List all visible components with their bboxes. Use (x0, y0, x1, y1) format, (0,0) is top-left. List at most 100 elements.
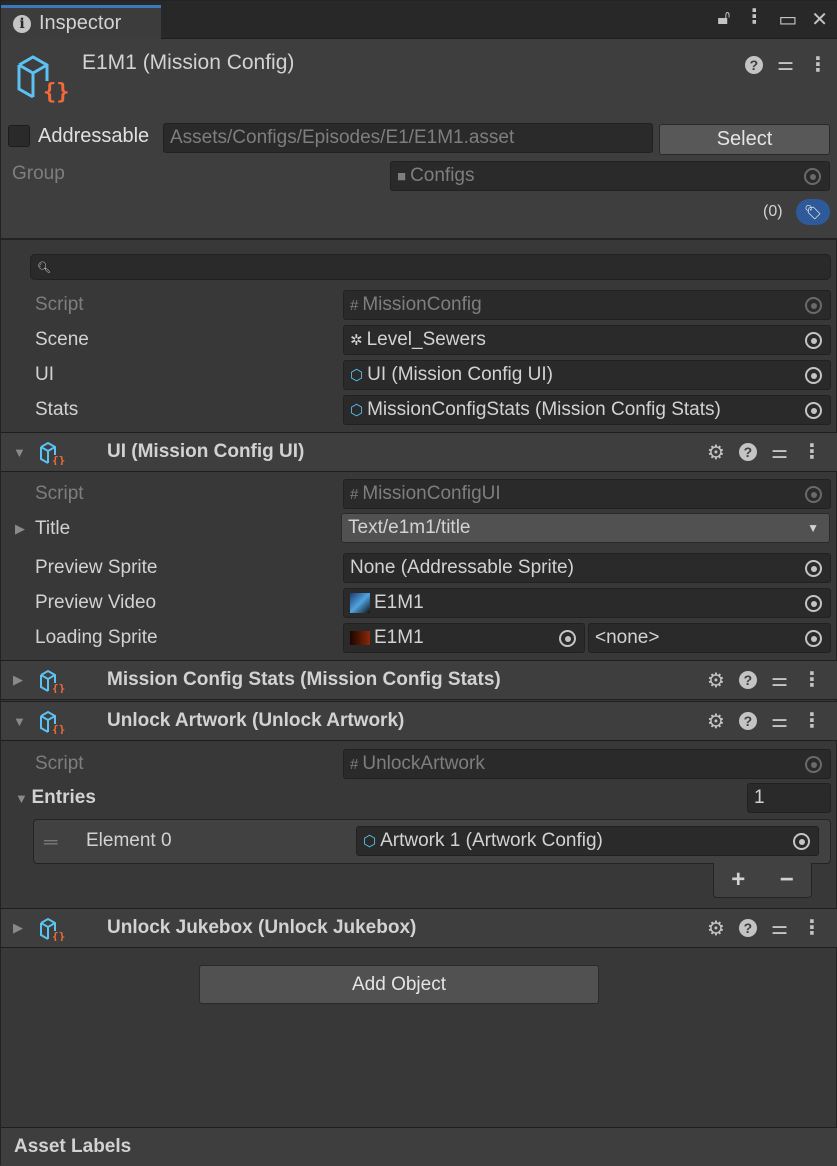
component-header-ui[interactable]: ▼ {} UI (Mission Config UI) ⚙? ⚌ ⋮ (1, 432, 837, 472)
foldout-collapsed-icon: ▶ (13, 920, 23, 935)
presets-icon[interactable]: ⚌ (771, 917, 788, 940)
more-icon[interactable]: ⋮ (802, 918, 822, 938)
help-icon[interactable]: ? (738, 919, 757, 937)
gear-icon[interactable]: ⚙ (707, 668, 725, 693)
close-icon[interactable]: ✕ (811, 7, 828, 32)
video-thumbnail-icon (350, 593, 370, 613)
scene-field[interactable]: ✲ Level_Sewers (343, 325, 831, 355)
remove-element-button[interactable]: − (780, 866, 794, 894)
object-picker-icon[interactable] (559, 630, 576, 647)
more-icon[interactable]: ⋮ (802, 442, 822, 462)
field-label: Stats (35, 399, 79, 420)
script-field: # MissionConfig (343, 290, 831, 320)
tag-icon[interactable]: 🏷︎ (796, 199, 830, 225)
object-picker-icon[interactable] (805, 560, 822, 577)
add-element-button[interactable]: + (731, 866, 745, 894)
svg-text:{}: {} (52, 682, 65, 693)
object-picker-icon[interactable] (804, 168, 821, 185)
presets-icon[interactable]: ⚌ (777, 53, 794, 76)
component-title: Unlock Artwork (Unlock Artwork) (107, 710, 405, 731)
more-icon[interactable]: ⋮ (802, 670, 822, 690)
scriptable-object-icon: {} (17, 55, 70, 103)
component-header-unlock-artwork[interactable]: ▼ {} Unlock Artwork (Unlock Artwork) ⚙? ⚌… (1, 701, 837, 741)
lock-icon[interactable]: 🔓︎ (717, 7, 730, 32)
gear-icon[interactable]: ⚙ (707, 709, 725, 734)
component-header-unlock-jukebox[interactable]: ▶ {} Unlock Jukebox (Unlock Jukebox) ⚙? ⚌… (1, 908, 837, 948)
group-field[interactable]: ■ Configs (390, 161, 830, 191)
svg-text:{}: {} (43, 80, 70, 103)
addressable-label: Addressable (38, 125, 150, 147)
scriptable-object-icon: ⬡ (363, 833, 377, 850)
folder-icon: ■ (397, 167, 407, 185)
field-label: Script (35, 294, 84, 315)
svg-text:{}: {} (52, 930, 65, 941)
labels-count: (0) (763, 203, 783, 220)
tab-bar: i Inspector 🔓︎ ⋮ ▭ ✕ (1, 1, 837, 39)
help-icon[interactable]: ? (738, 443, 757, 461)
unity-scene-icon: ✲ (350, 332, 363, 349)
scriptable-object-icon: {} (40, 710, 65, 734)
search-input[interactable]: 🔍︎ (30, 254, 831, 280)
more-icon[interactable]: ⋮ (802, 711, 822, 731)
scriptable-object-icon: ⬡ (350, 402, 364, 419)
help-icon[interactable]: ? (738, 712, 757, 730)
info-icon: i (13, 14, 31, 33)
object-picker-icon[interactable] (805, 367, 822, 384)
script-icon: # (350, 296, 359, 314)
scriptable-object-icon: {} (40, 917, 65, 941)
script-icon: # (350, 755, 359, 773)
scriptable-object-icon: {} (40, 669, 65, 693)
element-label: Element 0 (86, 830, 172, 851)
title-dropdown[interactable]: Text/e1m1/title ▼ (341, 513, 830, 543)
stats-field[interactable]: ⬡ MissionConfigStats (Mission Config Stat… (343, 395, 831, 425)
foldout-collapsed-icon: ▶ (15, 521, 25, 536)
object-picker-icon (805, 486, 822, 503)
more-icon[interactable]: ⋮ (744, 7, 764, 32)
gear-icon[interactable]: ⚙ (707, 440, 725, 465)
entries-size-input[interactable]: 1 (747, 783, 831, 813)
presets-icon[interactable]: ⚌ (771, 669, 788, 692)
object-picker-icon[interactable] (805, 595, 822, 612)
field-label: Scene (35, 329, 89, 350)
field-label: Preview Sprite (35, 557, 158, 578)
preview-sprite-field[interactable]: None (Addressable Sprite) (343, 553, 831, 583)
group-label: Group (12, 163, 65, 184)
presets-icon[interactable]: ⚌ (771, 441, 788, 464)
addressable-checkbox[interactable] (8, 125, 30, 147)
entries-list: ═ Element 0 ⬡ Artwork 1 (Artwork Config) (33, 819, 831, 864)
maximize-icon[interactable]: ▭ (778, 7, 797, 32)
gear-icon[interactable]: ⚙ (707, 916, 725, 941)
scriptable-object-icon: {} (40, 441, 65, 465)
address-field[interactable]: Assets/Configs/Episodes/E1/E1M1.asset (163, 123, 653, 153)
svg-text:{}: {} (52, 723, 65, 734)
object-picker-icon[interactable] (793, 833, 810, 850)
field-label: Preview Video (35, 592, 157, 613)
object-picker-icon[interactable] (805, 332, 822, 349)
help-icon[interactable]: ? (738, 671, 757, 689)
object-picker-icon[interactable] (805, 402, 822, 419)
ui-field[interactable]: ⬡ UI (Mission Config UI) (343, 360, 831, 390)
tab-inspector[interactable]: i Inspector (1, 5, 161, 39)
element-0-field[interactable]: ⬡ Artwork 1 (Artwork Config) (356, 826, 819, 856)
component-header-mission-config-stats[interactable]: ▶ {} Mission Config Stats (Mission Confi… (1, 660, 837, 700)
object-picker-icon (805, 297, 822, 314)
add-object-button[interactable]: Add Object (199, 965, 599, 1004)
entries-foldout[interactable]: ▼ Entries (15, 780, 96, 815)
more-icon[interactable]: ⋮ (808, 55, 828, 75)
asset-labels-bar[interactable]: Asset Labels (1, 1127, 837, 1166)
drag-handle-icon[interactable]: ═ (44, 832, 57, 854)
script-field: # MissionConfigUI (343, 479, 831, 509)
preview-video-field[interactable]: E1M1 (343, 588, 831, 618)
svg-text:{}: {} (52, 454, 65, 465)
foldout-expanded-icon: ▼ (13, 444, 26, 460)
title-foldout[interactable]: ▶ Title (15, 511, 70, 546)
object-picker-icon[interactable] (805, 630, 822, 647)
presets-icon[interactable]: ⚌ (771, 710, 788, 733)
loading-sprite-field[interactable]: E1M1 (343, 623, 585, 653)
select-button[interactable]: Select (659, 124, 830, 155)
loading-sprite-sub-field[interactable]: <none> (588, 623, 831, 653)
asset-header: {} E1M1 (Mission Config) ? ⚌ ⋮ Addressab… (1, 39, 837, 240)
field-label: UI (35, 364, 54, 385)
field-label: Script (35, 753, 84, 774)
help-icon[interactable]: ? (744, 55, 763, 74)
